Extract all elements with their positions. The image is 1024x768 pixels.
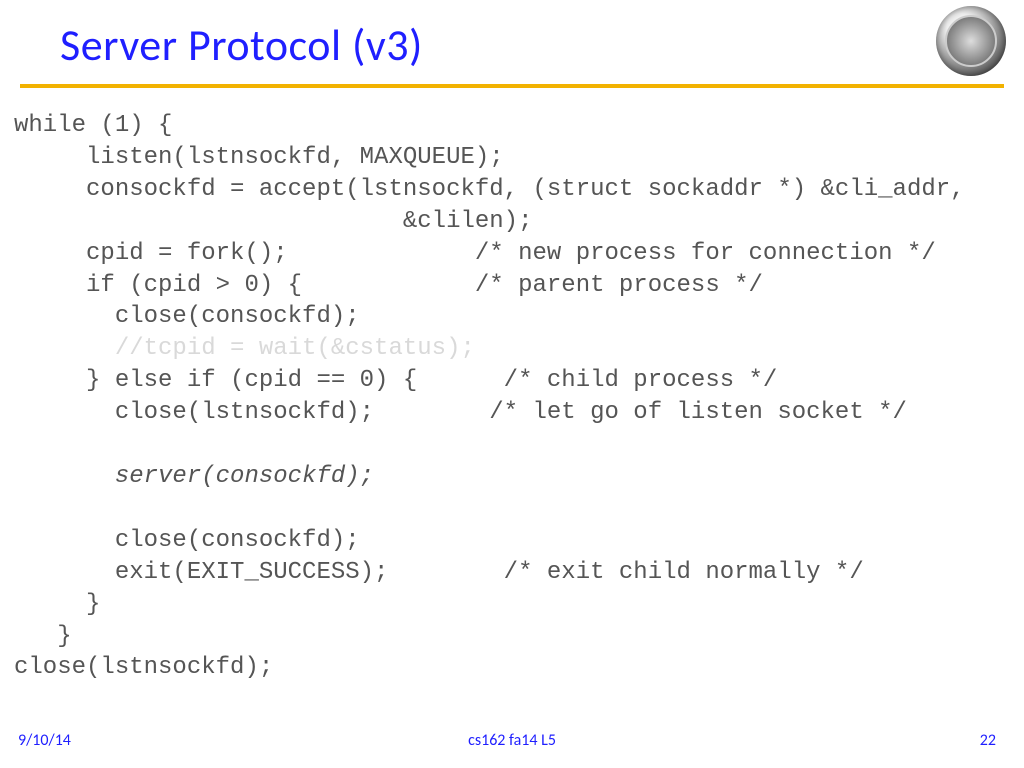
code-line: } else if (cpid == 0) { /* child process… [14,367,777,394]
code-line-call: server(consockfd); [14,463,374,490]
code-line: consockfd = accept(lstnsockfd, (struct s… [14,176,965,203]
seal-inner-icon [945,15,997,67]
code-line: close(lstnsockfd); /* let go of listen s… [14,399,907,426]
code-line: &clilen); [14,208,532,235]
slide-title: Server Protocol (v3) [60,18,964,72]
code-line: close(consockfd); [14,527,360,554]
slide: Server Protocol (v3) while (1) { listen(… [0,0,1024,768]
footer-course: cs162 fa14 L5 [468,731,556,750]
code-line: listen(lstnsockfd, MAXQUEUE); [14,144,504,171]
footer-date: 9/10/14 [18,731,71,750]
code-line: } [14,623,72,650]
code-line-comment: //tcpid = wait(&cstatus); [14,335,475,362]
code-line: if (cpid > 0) { /* parent process */ [14,272,763,299]
footer-page-number: 22 [980,731,996,750]
university-seal-icon [936,6,1006,76]
code-block: while (1) { listen(lstnsockfd, MAXQUEUE)… [0,88,1024,684]
slide-header: Server Protocol (v3) [0,0,1024,72]
code-line: exit(EXIT_SUCCESS); /* exit child normal… [14,559,864,586]
code-line: while (1) { [14,112,172,139]
slide-footer: 9/10/14 cs162 fa14 L5 22 [0,731,1024,750]
code-line: close(lstnsockfd); [14,654,273,681]
code-line: close(consockfd); [14,303,360,330]
code-line: } [14,591,100,618]
code-line: cpid = fork(); /* new process for connec… [14,240,936,267]
